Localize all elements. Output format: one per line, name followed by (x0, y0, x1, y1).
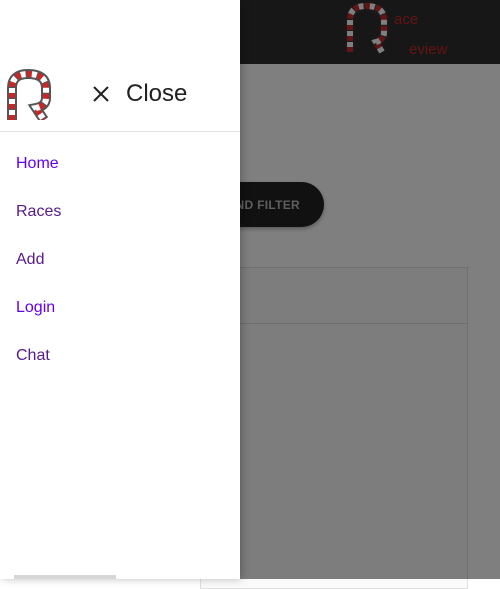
nav-item-races[interactable]: Races (0, 188, 240, 236)
close-icon (93, 86, 109, 102)
close-button[interactable]: Close (90, 78, 187, 110)
nav-item-add[interactable]: Add (0, 236, 240, 284)
scroll-handle[interactable] (14, 575, 116, 579)
race-track-logo-icon (7, 68, 51, 120)
nav-item-login[interactable]: Login (0, 284, 240, 332)
navigation-drawer: Close Home Races Add Login Chat (0, 0, 240, 579)
drawer-header: Close (0, 0, 240, 132)
nav-item-home[interactable]: Home (0, 140, 240, 188)
close-label: Close (126, 80, 188, 107)
nav-item-chat[interactable]: Chat (0, 332, 240, 380)
drawer-nav-list: Home Races Add Login Chat (0, 140, 240, 380)
